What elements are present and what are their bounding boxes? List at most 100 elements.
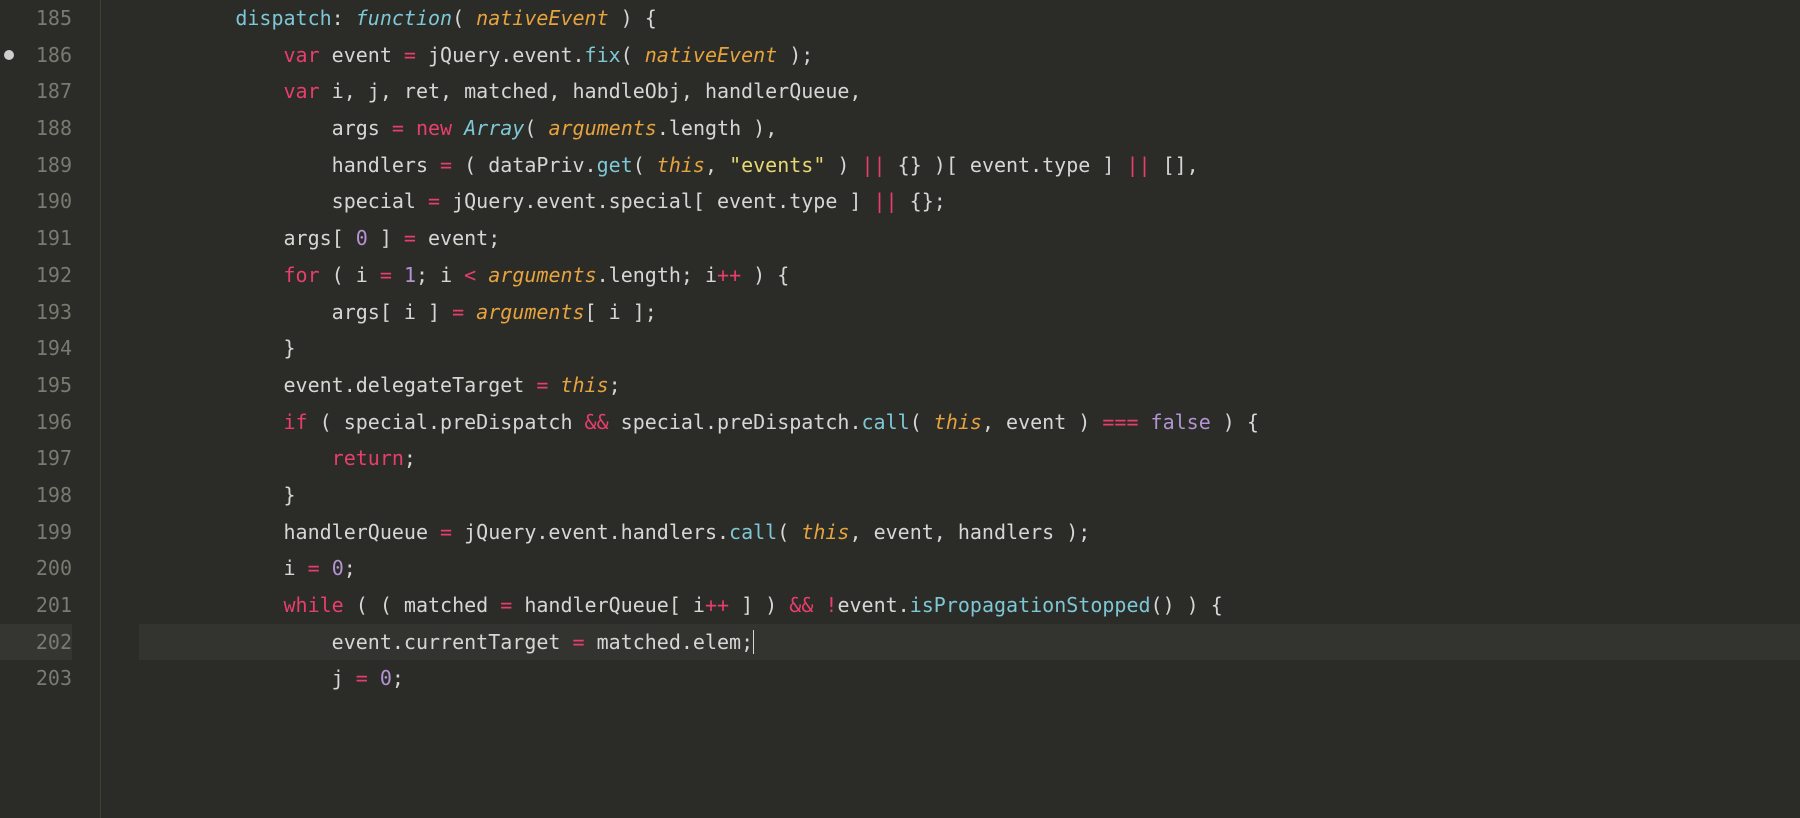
token-punct: ( [621, 43, 645, 67]
token-ident: args [332, 116, 392, 140]
token-punct: ( dataPriv. [452, 153, 597, 177]
code-line[interactable]: event.delegateTarget = this; [139, 367, 1800, 404]
token-punct: ; [392, 666, 404, 690]
line-number-gutter[interactable]: 1851861871881891901911921931941951961971… [0, 0, 90, 818]
token-key: return [332, 446, 404, 470]
token-punct: handlerQueue[ i [512, 593, 705, 617]
token-punct: ( i [320, 263, 380, 287]
token-this: arguments [476, 300, 584, 324]
line-number[interactable]: 198 [0, 477, 72, 514]
token-op: ++ [717, 263, 741, 287]
code-line[interactable]: var i, j, ret, matched, handleObj, handl… [139, 73, 1800, 110]
token-punct [476, 263, 488, 287]
token-call: call [729, 520, 777, 544]
token-punct: ) [825, 153, 861, 177]
line-number[interactable]: 195 [0, 367, 72, 404]
line-number[interactable]: 202 [0, 624, 72, 661]
token-key: if [284, 410, 308, 434]
line-number[interactable]: 196 [0, 404, 72, 441]
token-key: var [284, 43, 320, 67]
token-num: 0 [332, 556, 344, 580]
token-call: get [597, 153, 633, 177]
token-punct: special.preDispatch. [609, 410, 862, 434]
line-number[interactable]: 192 [0, 257, 72, 294]
code-line[interactable]: special = jQuery.event.special[ event.ty… [139, 183, 1800, 220]
code-line[interactable]: } [139, 330, 1800, 367]
token-op: && [585, 410, 609, 434]
token-ident: jQuery.event.special[ event.type ] [440, 189, 873, 213]
code-line[interactable]: j = 0; [139, 660, 1800, 697]
token-punct: } [284, 336, 296, 360]
token-ident [404, 116, 416, 140]
token-punct: ( [524, 116, 548, 140]
token-this: nativeEvent [645, 43, 777, 67]
line-number[interactable]: 201 [0, 587, 72, 624]
token-op: = [536, 373, 548, 397]
token-num: 0 [356, 226, 368, 250]
line-number[interactable]: 188 [0, 110, 72, 147]
code-area[interactable]: dispatch: function( nativeEvent ) { var … [101, 0, 1800, 818]
code-line[interactable]: handlerQueue = jQuery.event.handlers.cal… [139, 514, 1800, 551]
token-op: = [392, 116, 404, 140]
token-this: this [657, 153, 705, 177]
token-op: = [404, 43, 416, 67]
token-ident: args[ i ] [332, 300, 452, 324]
token-key: new [416, 116, 452, 140]
token-ident: matched.elem; [585, 630, 754, 654]
token-name: dispatch [235, 6, 331, 30]
line-number[interactable]: 197 [0, 440, 72, 477]
code-editor[interactable]: 1851861871881891901911921931941951961971… [0, 0, 1800, 818]
token-punct: , [705, 153, 729, 177]
token-call: isPropagationStopped [910, 593, 1151, 617]
code-line[interactable]: while ( ( matched = handlerQueue[ i++ ] … [139, 587, 1800, 624]
token-punct [392, 263, 404, 287]
text-cursor [753, 630, 754, 654]
token-str: "events" [729, 153, 825, 177]
token-punct: ( [452, 6, 476, 30]
token-key: var [284, 79, 320, 103]
token-punct: ; [609, 373, 621, 397]
token-ident: jQuery.event. [416, 43, 585, 67]
code-line[interactable]: return; [139, 440, 1800, 477]
code-line[interactable]: if ( special.preDispatch && special.preD… [139, 404, 1800, 441]
token-ident: j [332, 666, 356, 690]
line-number[interactable]: 194 [0, 330, 72, 367]
token-func: function [356, 6, 452, 30]
token-punct: ( [777, 520, 801, 544]
token-punct: {}; [898, 189, 946, 213]
token-ident: event; [416, 226, 500, 250]
token-ident [320, 556, 332, 580]
token-punct: ; i [416, 263, 464, 287]
token-this: arguments [548, 116, 656, 140]
token-this: this [934, 410, 982, 434]
token-ident: event.delegateTarget [284, 373, 537, 397]
code-line[interactable]: dispatch: function( nativeEvent ) { [139, 0, 1800, 37]
token-op: = [380, 263, 392, 287]
line-number[interactable]: 187 [0, 73, 72, 110]
line-number[interactable]: 200 [0, 550, 72, 587]
token-ident: event.currentTarget [332, 630, 573, 654]
line-number[interactable]: 186 [0, 37, 72, 74]
token-punct: , event ) [982, 410, 1102, 434]
token-punct [813, 593, 825, 617]
line-number[interactable]: 193 [0, 294, 72, 331]
code-line[interactable]: i = 0; [139, 550, 1800, 587]
token-punct: ( [633, 153, 657, 177]
code-line[interactable]: var event = jQuery.event.fix( nativeEven… [139, 37, 1800, 74]
code-line[interactable]: event.currentTarget = matched.elem; [139, 624, 1800, 661]
token-punct: ) { [609, 6, 657, 30]
line-number[interactable]: 190 [0, 183, 72, 220]
line-number[interactable]: 185 [0, 0, 72, 37]
code-line[interactable]: } [139, 477, 1800, 514]
line-number[interactable]: 189 [0, 147, 72, 184]
code-line[interactable]: args[ i ] = arguments[ i ]; [139, 294, 1800, 331]
code-line[interactable]: handlers = ( dataPriv.get( this, "events… [139, 147, 1800, 184]
code-line[interactable]: args[ 0 ] = event; [139, 220, 1800, 257]
token-ident [548, 373, 560, 397]
line-number[interactable]: 203 [0, 660, 72, 697]
line-number[interactable]: 199 [0, 514, 72, 551]
token-punct: ( special.preDispatch [308, 410, 585, 434]
code-line[interactable]: args = new Array( arguments.length ), [139, 110, 1800, 147]
line-number[interactable]: 191 [0, 220, 72, 257]
code-line[interactable]: for ( i = 1; i < arguments.length; i++ )… [139, 257, 1800, 294]
